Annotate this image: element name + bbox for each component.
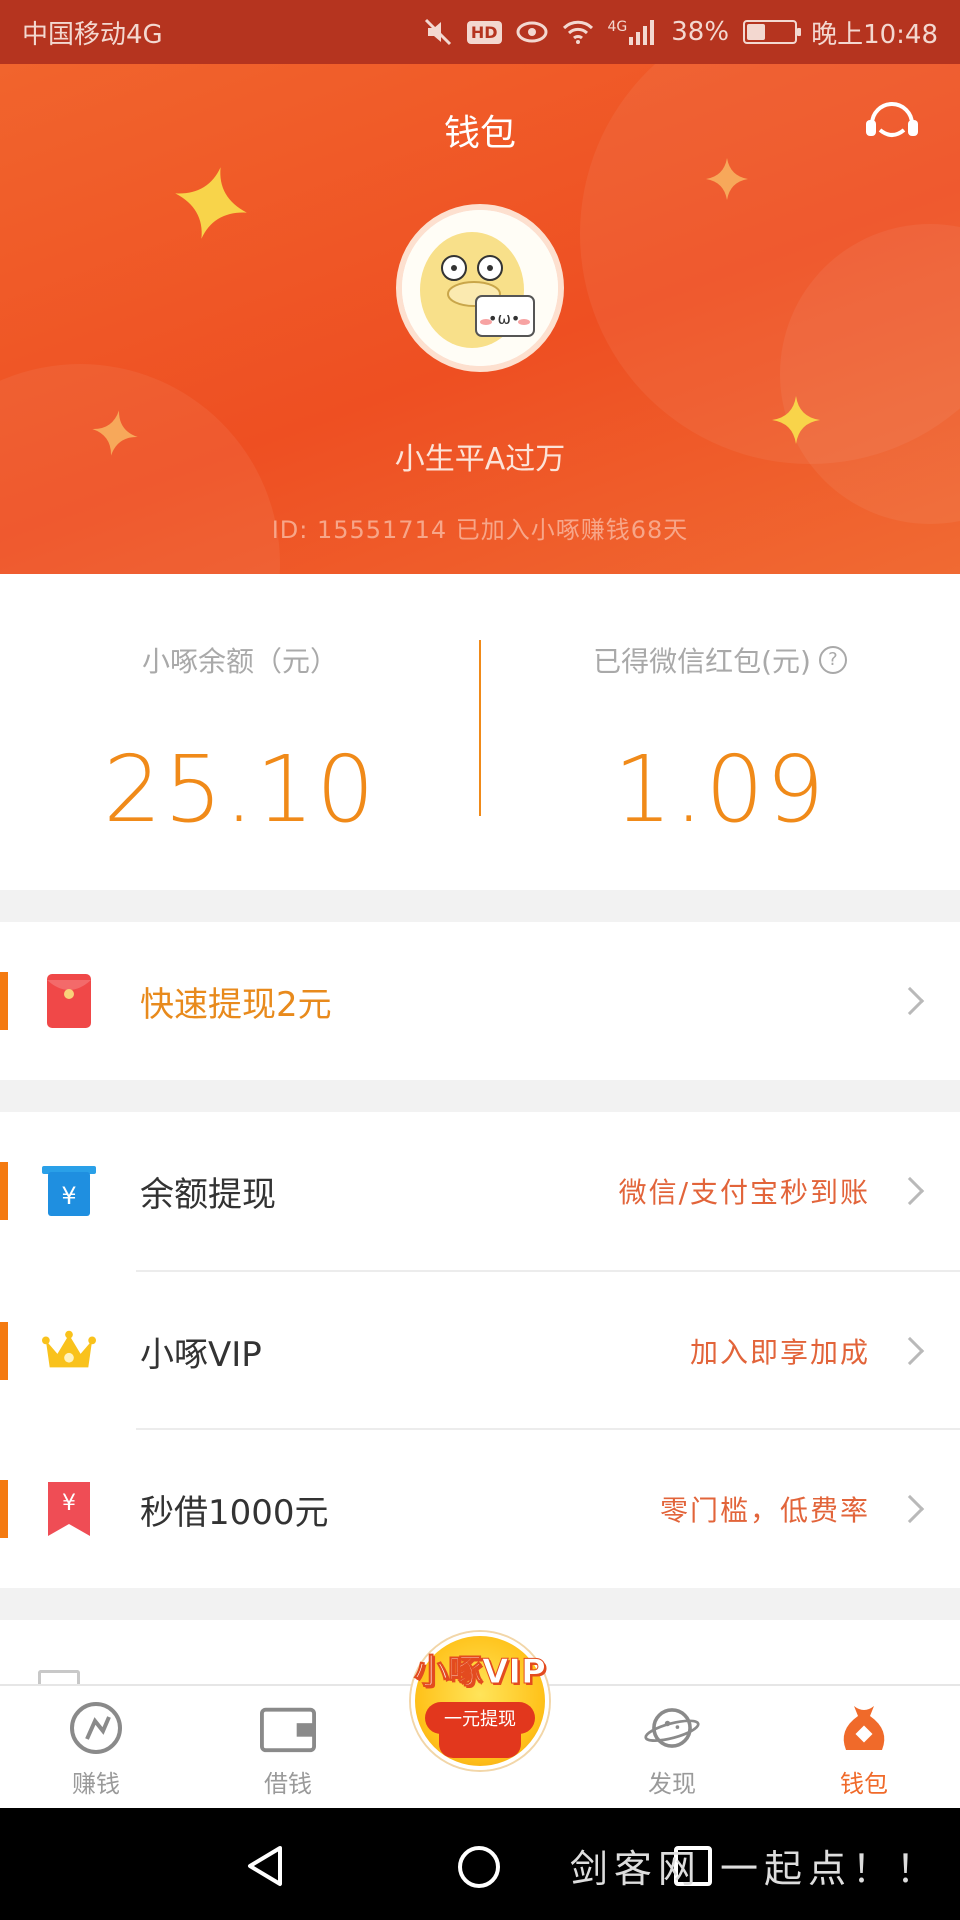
watermark-text: 剑客网 一起点！！ <box>569 1847 940 1891</box>
customer-service-icon <box>866 102 918 137</box>
vip-badge-title: 小啄VIP <box>414 1652 547 1693</box>
vip-badge-subtitle: 一元提现 <box>425 1702 535 1734</box>
tab-discover[interactable]: 发现 <box>576 1686 768 1808</box>
menu-item-hint: 加入即享加成 <box>689 1336 870 1369</box>
wechat-redpacket-label: 已得微信红包(元) <box>593 645 811 678</box>
system-nav-bar: 剑客网 一起点！！ <box>0 1808 960 1920</box>
battery-percent: 38% <box>671 17 730 47</box>
wallet-header: 钱包 •ω• 小生平A过万 ID: 15551714 已加入小啄赚钱68天 <box>0 64 960 574</box>
hd-badge: HD <box>466 20 502 44</box>
duck-avatar-icon: •ω• <box>402 210 558 366</box>
tab-label: 借钱 <box>264 1770 312 1798</box>
menu-item-vip[interactable]: 小啄VIP 加入即享加成 <box>0 1272 960 1430</box>
mute-icon <box>423 17 453 47</box>
signal-type-label: 4G <box>607 19 628 35</box>
chevron-right-icon <box>895 1494 925 1524</box>
row-accent-bar <box>0 1162 8 1220</box>
chevron-right-icon <box>895 1336 925 1366</box>
tab-earn[interactable]: 赚钱 <box>0 1686 192 1808</box>
earn-icon <box>68 1700 124 1756</box>
svg-text:¥: ¥ <box>61 1182 76 1210</box>
xiaozhuo-balance-value: 25.10 <box>103 736 377 843</box>
quick-withdraw-row[interactable]: 快速提现2元 <box>0 922 960 1080</box>
row-accent-bar <box>0 1322 8 1380</box>
tab-label: 发现 <box>648 1770 696 1798</box>
menu-item-loan[interactable]: ¥ 秒借1000元 零门槛，低费率 <box>0 1430 960 1588</box>
back-icon[interactable] <box>244 1844 286 1888</box>
money-bag-icon <box>836 1700 892 1756</box>
menu-item-label: 余额提现 <box>140 1174 276 1215</box>
status-icons: HD 4G 38% 晚上10:48 <box>423 14 938 51</box>
svg-text:¥: ¥ <box>62 1491 76 1516</box>
page-title: 钱包 <box>443 113 516 154</box>
clock: 晚上10:48 <box>811 19 938 50</box>
quick-withdraw-card: 快速提现2元 <box>0 922 960 1080</box>
star-decoration-icon <box>706 158 748 200</box>
yuan-tag-icon: ¥ <box>42 1479 96 1539</box>
row-accent-bar <box>0 1480 8 1538</box>
wallet-card-icon <box>260 1700 316 1756</box>
wechat-redpacket-balance[interactable]: 已得微信红包(元) ? 1.09 <box>480 574 960 890</box>
menu-item-balance-withdraw[interactable]: ¥ 余额提现 微信/支付宝秒到账 <box>0 1112 960 1270</box>
xiaozhuo-balance-label: 小啄余额（元） <box>141 645 338 678</box>
wallet-menu-card: ¥ 余额提现 微信/支付宝秒到账 小啄VIP 加入即享加成 ¥ 秒借1000元 … <box>0 1112 960 1588</box>
planet-icon <box>644 1700 700 1756</box>
wifi-icon <box>562 19 594 45</box>
xiaozhuo-balance[interactable]: 小啄余额（元） 25.10 <box>0 574 480 890</box>
menu-item-label: 小啄VIP <box>140 1334 262 1375</box>
user-id-and-days: ID: 15551714 已加入小啄赚钱68天 <box>271 516 689 544</box>
vip-badge-envelope <box>439 1730 521 1758</box>
home-icon[interactable] <box>456 1844 502 1890</box>
user-nickname: 小生平A过万 <box>394 442 566 477</box>
help-icon[interactable]: ? <box>818 646 847 674</box>
vip-withdraw-badge[interactable]: 小啄VIP 一元提现 <box>395 1622 565 1782</box>
tab-wallet[interactable]: 钱包 <box>768 1686 960 1808</box>
menu-item-hint: 微信/支付宝秒到账 <box>618 1176 870 1209</box>
red-envelope-icon <box>42 971 96 1031</box>
carrier-label: 中国移动4G <box>22 19 163 50</box>
yuan-wallet-icon: ¥ <box>42 1161 96 1221</box>
svg-text:•ω•: •ω• <box>488 309 520 328</box>
battery-icon <box>743 20 802 44</box>
status-bar: 中国移动4G HD 4G 38% 晚上10:48 <box>0 0 960 64</box>
menu-item-hint: 零门槛，低费率 <box>659 1494 870 1527</box>
row-accent-bar <box>0 972 8 1030</box>
quick-withdraw-label: 快速提现2元 <box>140 984 332 1025</box>
wechat-redpacket-value: 1.09 <box>613 736 827 843</box>
star-decoration-icon <box>175 167 247 239</box>
avatar[interactable]: •ω• <box>396 204 564 372</box>
tab-label: 钱包 <box>840 1770 888 1798</box>
cell-signal-icon: 4G <box>608 19 658 45</box>
menu-item-label: 秒借1000元 <box>140 1492 329 1533</box>
crown-icon <box>42 1321 96 1381</box>
tab-borrow[interactable]: 借钱 <box>192 1686 384 1808</box>
chevron-right-icon <box>895 1176 925 1206</box>
eye-icon <box>516 21 548 43</box>
chevron-right-icon <box>895 986 925 1016</box>
balance-panel: 小啄余额（元） 25.10 已得微信红包(元) ? 1.09 <box>0 574 960 890</box>
tab-label: 赚钱 <box>72 1770 120 1798</box>
customer-service-button[interactable] <box>860 94 924 150</box>
